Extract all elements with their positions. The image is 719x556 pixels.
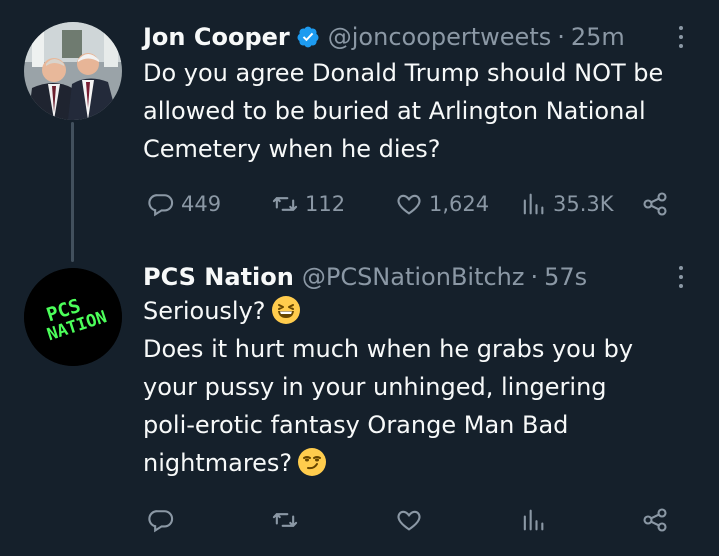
separator-dot: ·: [557, 23, 565, 51]
like-button[interactable]: [395, 506, 429, 534]
more-options-icon[interactable]: [671, 22, 691, 52]
retweet-button[interactable]: 112: [271, 190, 345, 218]
tweet-text-line: nightmares?: [143, 444, 703, 482]
tweet-actions: [143, 502, 679, 538]
heart-icon: [397, 510, 421, 531]
tweet-text: Do you agree Donald Trump should NOT be …: [143, 54, 703, 168]
verified-badge-icon: [296, 25, 320, 49]
like-button[interactable]: 1,624: [395, 190, 489, 218]
reply-button[interactable]: 449: [147, 190, 221, 218]
tweet-text: Seriously? Does it hurt much when he gra…: [143, 292, 703, 482]
author-handle[interactable]: @PCSNationBitchz: [302, 262, 525, 292]
share-icon: [643, 192, 667, 216]
reply-count: 449: [181, 192, 222, 216]
tweet-text-line: allowed to be buried at Arlington Nation…: [143, 97, 646, 125]
grinning-squinting-face-emoji-icon: [271, 296, 300, 324]
smirking-face-emoji-icon: [298, 448, 327, 476]
thread-line: [71, 122, 74, 262]
author-handle[interactable]: @joncoopertweets: [328, 22, 551, 52]
reply-button[interactable]: [147, 506, 181, 534]
views-button[interactable]: 35.3K: [519, 190, 614, 218]
tweet-jon-cooper[interactable]: Jon Cooper @joncoopertweets · 25m Do you…: [0, 0, 719, 262]
views-icon: [523, 509, 544, 531]
retweet-icon: [272, 197, 298, 211]
tweet-timestamp[interactable]: 25m: [571, 22, 625, 52]
author-name[interactable]: PCS Nation: [143, 262, 294, 292]
retweet-button[interactable]: [271, 506, 305, 534]
tweet-text-line: poli-erotic fantasy Orange Man Bad: [143, 411, 569, 439]
tweet-pcs-nation[interactable]: PCS NATION PCS Nation @PCSNationBitchz ·…: [0, 252, 719, 556]
avatar[interactable]: [24, 22, 122, 120]
tweet-header: Jon Cooper @joncoopertweets · 25m: [143, 22, 659, 52]
share-button[interactable]: [641, 506, 669, 534]
retweet-count: 112: [305, 192, 346, 216]
tweet-text-segment: nightmares?: [143, 449, 293, 477]
tweet-text-line: your pussy in your unhinged, lingering: [143, 373, 607, 401]
tweet-text-line: Does it hurt much when he grabs you by: [143, 335, 634, 363]
avatar[interactable]: PCS NATION: [24, 268, 122, 366]
heart-icon: [397, 194, 421, 215]
author-name[interactable]: Jon Cooper: [143, 22, 290, 52]
reply-icon: [148, 510, 174, 533]
share-button[interactable]: [641, 190, 669, 218]
more-options-icon[interactable]: [671, 262, 691, 292]
tweet-text-line: Do you agree Donald Trump should NOT be: [143, 59, 664, 87]
tweet-header: PCS Nation @PCSNationBitchz · 57s: [143, 262, 659, 292]
share-icon: [643, 508, 667, 532]
reply-icon: [148, 194, 174, 217]
retweet-icon: [272, 513, 298, 527]
tweet-text-segment: Seriously?: [143, 297, 266, 325]
tweet-actions: 449 112 1,624 35.3K: [143, 186, 679, 222]
tweet-timestamp[interactable]: 57s: [544, 262, 587, 292]
views-button[interactable]: [519, 506, 553, 534]
like-count: 1,624: [429, 192, 490, 216]
tweet-text-line: Cemetery when he dies?: [143, 135, 441, 163]
tweet-text-line: Seriously?: [143, 292, 703, 330]
avatar-photo: [24, 22, 122, 120]
view-count: 35.3K: [553, 192, 614, 216]
views-icon: [523, 193, 544, 215]
avatar-logo: PCS NATION: [24, 268, 122, 366]
separator-dot: ·: [530, 263, 539, 291]
